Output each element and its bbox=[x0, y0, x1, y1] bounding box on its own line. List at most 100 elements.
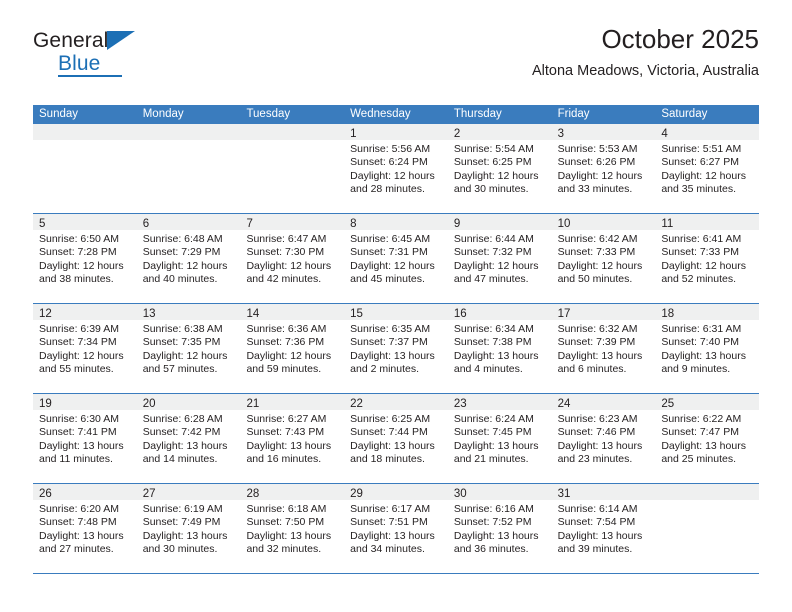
day-detail-line: Daylight: 13 hours bbox=[350, 349, 435, 362]
day-details: Sunrise: 6:38 AM Sunset: 7:35 PM Daylight:… bbox=[137, 320, 241, 377]
day-number: 28 bbox=[246, 488, 260, 500]
day-cell-8[interactable]: 8 Sunrise: 6:45 AM Sunset: 7:31 PM Daylight… bbox=[344, 214, 448, 303]
day-number-band: 29 bbox=[344, 484, 448, 500]
day-number: 5 bbox=[39, 218, 46, 230]
day-cell-13[interactable]: 13 Sunrise: 6:38 AM Sunset: 7:35 PM Dayligh… bbox=[136, 304, 241, 393]
day-detail-line: and 38 minutes. bbox=[39, 273, 114, 286]
day-detail-line: Sunset: 7:43 PM bbox=[246, 426, 325, 439]
day-details: Sunrise: 5:53 AM Sunset: 6:26 PM Daylight:… bbox=[552, 140, 656, 197]
day-number-band: 4 bbox=[655, 124, 760, 140]
day-cell-11[interactable]: 11 Sunrise: 6:41 AM Sunset: 7:33 PM Dayligh… bbox=[655, 214, 760, 303]
day-detail-line: Sunrise: 6:20 AM bbox=[39, 503, 119, 515]
logo-triangle-icon bbox=[107, 31, 135, 50]
day-cell-14[interactable]: 14 Sunrise: 6:36 AM Sunset: 7:36 PM Dayligh… bbox=[240, 304, 345, 393]
day-cell-29[interactable]: 29 Sunrise: 6:17 AM Sunset: 7:51 PM Dayligh… bbox=[344, 484, 448, 573]
day-cell-16[interactable]: 16 Sunrise: 6:34 AM Sunset: 7:38 PM Dayligh… bbox=[447, 304, 552, 393]
logo-text-general: General bbox=[33, 29, 109, 52]
day-details: Sunrise: 6:14 AM Sunset: 7:54 PM Daylight:… bbox=[552, 500, 656, 557]
day-detail-line: Sunrise: 6:27 AM bbox=[246, 413, 327, 425]
day-number: 20 bbox=[142, 398, 156, 410]
day-cell-4[interactable]: 4 Sunrise: 5:51 AM Sunset: 6:27 PM Daylight… bbox=[655, 124, 760, 213]
day-detail-line: Daylight: 13 hours bbox=[39, 529, 124, 542]
day-cell-19[interactable]: 19 Sunrise: 6:30 AM Sunset: 7:41 PM Dayligh… bbox=[33, 394, 137, 483]
day-detail-line: and 47 minutes. bbox=[453, 273, 529, 286]
day-detail-line: and 59 minutes. bbox=[246, 363, 322, 376]
day-cell-28[interactable]: 28 Sunrise: 6:18 AM Sunset: 7:50 PM Dayligh… bbox=[240, 484, 345, 573]
day-detail-line: and 36 minutes. bbox=[453, 543, 529, 556]
day-number: 16 bbox=[453, 308, 467, 320]
day-cell-15[interactable]: 15 Sunrise: 6:35 AM Sunset: 7:37 PM Dayligh… bbox=[344, 304, 448, 393]
day-detail-line: Daylight: 12 hours bbox=[142, 259, 228, 272]
day-number: 18 bbox=[661, 308, 675, 320]
day-detail-line: Sunset: 7:51 PM bbox=[350, 516, 428, 529]
day-detail-line: Sunset: 7:47 PM bbox=[661, 426, 739, 439]
day-cell-18[interactable]: 18 Sunrise: 6:31 AM Sunset: 7:40 PM Dayligh… bbox=[655, 304, 760, 393]
day-detail-line: Daylight: 12 hours bbox=[557, 259, 643, 272]
day-detail-line: and 2 minutes. bbox=[350, 363, 420, 376]
day-detail-line: and 14 minutes. bbox=[142, 453, 218, 466]
day-cell-21[interactable]: 21 Sunrise: 6:27 AM Sunset: 7:43 PM Dayligh… bbox=[240, 394, 345, 483]
day-cell-25[interactable]: 25 Sunrise: 6:22 AM Sunset: 7:47 PM Dayligh… bbox=[655, 394, 760, 483]
day-details: Sunrise: 6:39 AM Sunset: 7:34 PM Daylight:… bbox=[33, 320, 137, 377]
day-detail-line: Sunrise: 6:24 AM bbox=[453, 413, 534, 425]
day-cell-23[interactable]: 23 Sunrise: 6:24 AM Sunset: 7:45 PM Dayligh… bbox=[447, 394, 552, 483]
day-number-band: 22 bbox=[344, 394, 448, 410]
day-detail-line: Sunset: 7:31 PM bbox=[350, 246, 428, 259]
day-detail-line: Sunset: 7:30 PM bbox=[246, 246, 325, 259]
day-detail-line: and 30 minutes. bbox=[453, 183, 529, 196]
general-blue-logo: General Blue bbox=[33, 30, 243, 86]
day-detail-line: Sunrise: 6:16 AM bbox=[453, 503, 534, 515]
day-cell-17[interactable]: 17 Sunrise: 6:32 AM Sunset: 7:39 PM Dayligh… bbox=[551, 304, 656, 393]
day-number: 6 bbox=[142, 218, 150, 230]
day-details bbox=[655, 500, 759, 503]
day-number: 25 bbox=[661, 398, 675, 410]
day-cell-1[interactable]: 1 Sunrise: 5:56 AM Sunset: 6:24 PM Daylight… bbox=[344, 124, 448, 213]
day-number: 10 bbox=[557, 218, 571, 230]
day-cell-9[interactable]: 9 Sunrise: 6:44 AM Sunset: 7:32 PM Daylight… bbox=[447, 214, 552, 303]
day-detail-line: and 40 minutes. bbox=[142, 273, 218, 286]
day-cell-27[interactable]: 27 Sunrise: 6:19 AM Sunset: 7:49 PM Dayligh… bbox=[136, 484, 241, 573]
day-cell-7[interactable]: 7 Sunrise: 6:47 AM Sunset: 7:30 PM Daylight… bbox=[240, 214, 345, 303]
day-cell-31[interactable]: 31 Sunrise: 6:14 AM Sunset: 7:54 PM Dayligh… bbox=[551, 484, 656, 573]
day-detail-line: Daylight: 13 hours bbox=[246, 529, 332, 542]
day-number-band: 3 bbox=[551, 124, 656, 140]
day-details: Sunrise: 6:45 AM Sunset: 7:31 PM Daylight:… bbox=[344, 230, 448, 287]
day-detail-line: Sunrise: 6:18 AM bbox=[246, 503, 327, 515]
day-number: 17 bbox=[557, 308, 571, 320]
day-cell-5[interactable]: 5 Sunrise: 6:50 AM Sunset: 7:28 PM Daylight… bbox=[33, 214, 137, 303]
day-details: Sunrise: 6:19 AM Sunset: 7:49 PM Daylight:… bbox=[137, 500, 241, 557]
day-details: Sunrise: 6:30 AM Sunset: 7:41 PM Daylight:… bbox=[33, 410, 137, 467]
day-cell-20[interactable]: 20 Sunrise: 6:28 AM Sunset: 7:42 PM Dayligh… bbox=[136, 394, 241, 483]
day-number-band: 27 bbox=[136, 484, 241, 500]
day-detail-line: Daylight: 12 hours bbox=[453, 259, 539, 272]
day-details: Sunrise: 6:17 AM Sunset: 7:51 PM Daylight:… bbox=[344, 500, 448, 557]
day-cell-empty bbox=[33, 124, 137, 213]
logo-underline bbox=[58, 75, 122, 77]
day-cell-6[interactable]: 6 Sunrise: 6:48 AM Sunset: 7:29 PM Daylight… bbox=[136, 214, 241, 303]
day-detail-line: Sunrise: 6:35 AM bbox=[350, 323, 431, 335]
day-number: 3 bbox=[557, 128, 564, 140]
day-number-band: 15 bbox=[344, 304, 448, 320]
day-detail-line: and 11 minutes. bbox=[39, 453, 113, 466]
day-detail-line: Sunrise: 6:30 AM bbox=[39, 413, 119, 425]
day-number-band: 17 bbox=[551, 304, 656, 320]
day-cell-22[interactable]: 22 Sunrise: 6:25 AM Sunset: 7:44 PM Dayligh… bbox=[344, 394, 448, 483]
day-cell-30[interactable]: 30 Sunrise: 6:16 AM Sunset: 7:52 PM Dayligh… bbox=[447, 484, 552, 573]
day-cell-12[interactable]: 12 Sunrise: 6:39 AM Sunset: 7:34 PM Dayligh… bbox=[33, 304, 137, 393]
day-detail-line: Sunrise: 6:28 AM bbox=[142, 413, 223, 425]
day-details: Sunrise: 6:24 AM Sunset: 7:45 PM Daylight:… bbox=[448, 410, 552, 467]
day-cell-26[interactable]: 26 Sunrise: 6:20 AM Sunset: 7:48 PM Dayligh… bbox=[33, 484, 137, 573]
day-number: 2 bbox=[453, 128, 461, 140]
day-detail-line: Sunrise: 6:42 AM bbox=[557, 233, 638, 245]
day-number-band: 10 bbox=[551, 214, 656, 230]
day-cell-10[interactable]: 10 Sunrise: 6:42 AM Sunset: 7:33 PM Dayligh… bbox=[551, 214, 656, 303]
day-detail-line: and 18 minutes. bbox=[350, 453, 425, 466]
day-detail-line: Daylight: 13 hours bbox=[661, 349, 746, 362]
weekday-header-saturday: Saturday bbox=[661, 108, 708, 120]
day-cell-24[interactable]: 24 Sunrise: 6:23 AM Sunset: 7:46 PM Dayligh… bbox=[551, 394, 656, 483]
day-cell-2[interactable]: 2 Sunrise: 5:54 AM Sunset: 6:25 PM Daylight… bbox=[447, 124, 552, 213]
day-details: Sunrise: 5:54 AM Sunset: 6:25 PM Daylight:… bbox=[448, 140, 552, 197]
day-detail-line: Sunrise: 6:17 AM bbox=[350, 503, 431, 515]
day-detail-line: Daylight: 13 hours bbox=[453, 439, 539, 452]
day-cell-3[interactable]: 3 Sunrise: 5:53 AM Sunset: 6:26 PM Daylight… bbox=[551, 124, 656, 213]
